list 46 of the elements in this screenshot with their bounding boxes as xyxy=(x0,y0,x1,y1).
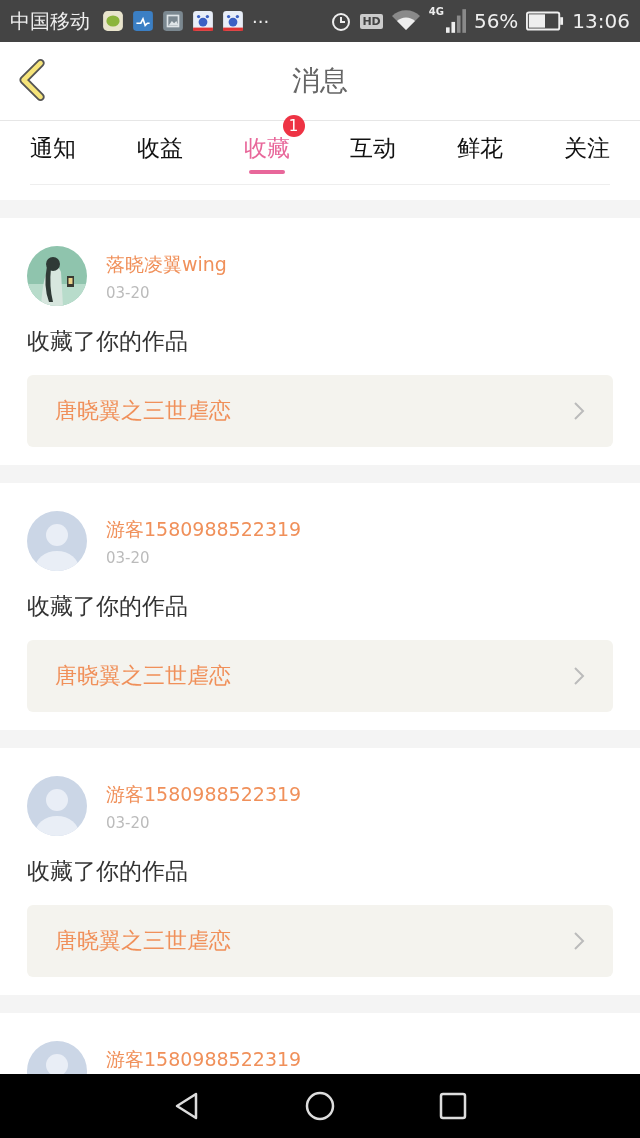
carrier-name: 中国移动 xyxy=(10,7,90,35)
recents-nav-icon[interactable] xyxy=(438,1091,469,1121)
home-nav-icon[interactable] xyxy=(305,1091,335,1121)
chat-app-icon xyxy=(102,10,124,32)
hd-indicator: HD xyxy=(360,13,383,29)
message-date: 03-20 xyxy=(106,549,151,567)
signal-icon xyxy=(445,9,466,33)
network-type: 4G xyxy=(428,6,444,17)
page-title: 消息 xyxy=(292,63,348,99)
user-name[interactable]: 游客1580988522319 xyxy=(106,1047,302,1073)
clock: 13:06 xyxy=(572,9,630,33)
health-app-icon xyxy=(132,10,154,32)
paw-app-icon xyxy=(192,10,214,32)
chevron-right-icon xyxy=(573,401,585,421)
tab[interactable]: 通知 xyxy=(26,131,81,166)
message-text: 收藏了你的作品 xyxy=(27,327,189,356)
work-title: 唐晓翼之三世虐恋 xyxy=(55,927,231,955)
more-notifications: ··· xyxy=(252,10,270,32)
message-date: 03-20 xyxy=(106,284,151,302)
image-icon xyxy=(162,10,184,32)
chevron-right-icon xyxy=(573,666,585,686)
user-name[interactable]: 落晓凌翼wing xyxy=(106,252,227,278)
message-text: 收藏了你的作品 xyxy=(27,592,189,621)
paw-app-icon xyxy=(222,10,244,32)
count-badge: 1 xyxy=(282,115,305,137)
message-date: 03-20 xyxy=(106,814,151,832)
tab[interactable]: 收益 xyxy=(133,131,187,166)
alarm-icon xyxy=(330,10,353,32)
default-avatar-icon xyxy=(27,776,87,836)
work-title: 唐晓翼之三世虐恋 xyxy=(55,397,231,425)
user-name[interactable]: 游客1580988522319 xyxy=(106,517,302,543)
tab[interactable]: 关注 xyxy=(559,131,614,166)
message-text: 收藏了你的作品 xyxy=(27,857,189,886)
work-title: 唐晓翼之三世虐恋 xyxy=(55,662,231,690)
work-link[interactable]: 唐晓翼之三世虐恋 xyxy=(27,905,613,977)
default-avatar-icon xyxy=(27,511,87,571)
work-link[interactable]: 唐晓翼之三世虐恋 xyxy=(27,640,613,712)
user-name[interactable]: 游客1580988522319 xyxy=(106,782,302,808)
tab[interactable]: 鲜花 xyxy=(453,131,507,166)
battery-percent: 56% xyxy=(473,9,519,33)
tab[interactable]: 互动 xyxy=(346,131,401,166)
back-icon[interactable] xyxy=(18,58,48,102)
wifi-icon xyxy=(390,10,421,32)
battery-icon xyxy=(526,11,565,31)
chevron-right-icon xyxy=(573,931,585,951)
work-link[interactable]: 唐晓翼之三世虐恋 xyxy=(27,375,613,447)
